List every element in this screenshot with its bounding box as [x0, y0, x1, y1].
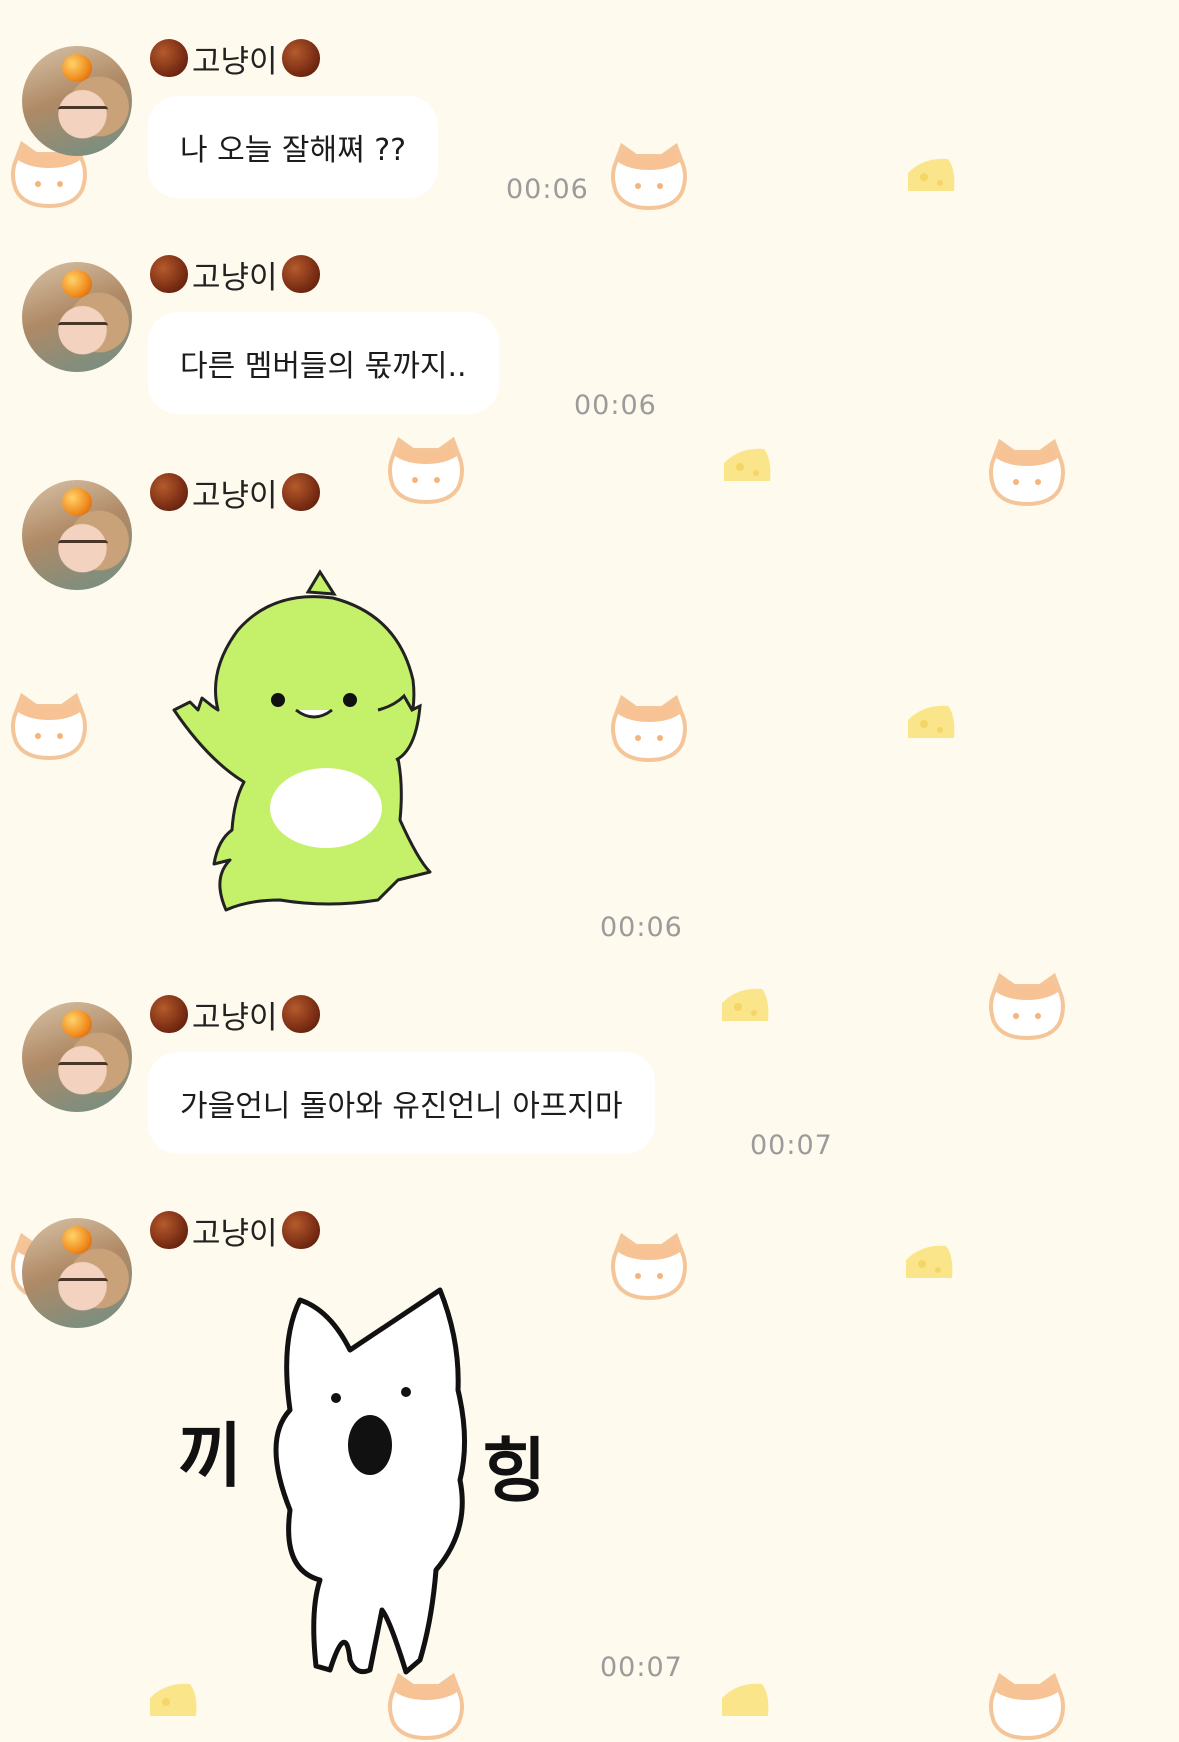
cat-face-decoration — [611, 694, 687, 763]
message-time: 00:07 — [600, 1652, 683, 1683]
chestnut-icon — [150, 1211, 188, 1249]
message-time: 00:06 — [574, 390, 657, 421]
cat-face-decoration — [388, 436, 464, 505]
chestnut-icon — [281, 473, 320, 511]
cheese-decoration — [724, 448, 771, 481]
cat-face-decoration — [611, 1232, 687, 1301]
message-bubble[interactable]: 다른 멤버들의 몫까지.. — [148, 312, 499, 414]
green-dino-sticker[interactable] — [168, 560, 448, 920]
sender-label: 고냥이 — [192, 43, 278, 80]
cheese-decoration — [908, 705, 955, 738]
chestnut-icon — [150, 995, 188, 1033]
chestnut-icon — [281, 1211, 320, 1249]
message-time: 00:07 — [750, 1130, 833, 1161]
cat-face-decoration — [611, 142, 687, 211]
cat-face-decoration — [989, 972, 1065, 1041]
sender-label: 고냥이 — [192, 999, 278, 1036]
profile-avatar[interactable] — [22, 262, 132, 372]
message-bubble[interactable]: 가을언니 돌아와 유진언니 아프지마 — [148, 1052, 655, 1154]
cheese-decoration — [722, 1683, 769, 1716]
profile-avatar[interactable] — [22, 46, 132, 156]
chestnut-icon — [281, 255, 320, 293]
chestnut-icon — [281, 39, 320, 77]
sender-name: 고냥이 — [150, 252, 320, 296]
message-time: 00:06 — [506, 174, 589, 205]
cheese-decoration — [150, 1683, 197, 1716]
cheese-decoration — [906, 1245, 953, 1278]
profile-avatar[interactable] — [22, 1002, 132, 1112]
cat-face-decoration — [989, 1672, 1065, 1741]
cat-face-decoration — [388, 1672, 464, 1741]
sender-label: 고냥이 — [192, 477, 278, 514]
profile-avatar[interactable] — [22, 480, 132, 590]
sender-name: 고냥이 — [150, 36, 320, 80]
cat-face-decoration — [11, 692, 87, 761]
chestnut-icon — [281, 995, 320, 1033]
profile-avatar[interactable] — [22, 1218, 132, 1328]
sender-name: 고냥이 — [150, 992, 320, 1036]
sender-name: 고냥이 — [150, 470, 320, 514]
cheese-decoration — [722, 988, 769, 1021]
message-bubble[interactable]: 나 오늘 잘해쪄 ?? — [148, 96, 439, 198]
message-time: 00:06 — [600, 912, 683, 943]
sender-label: 고냥이 — [192, 259, 278, 296]
cat-face-decoration — [989, 438, 1065, 507]
chestnut-icon — [150, 473, 188, 511]
chestnut-icon — [150, 39, 188, 77]
sticker-text-right: 힝 — [482, 1430, 546, 1512]
sender-name: 고냥이 — [150, 1208, 320, 1252]
white-dog-sticker[interactable]: 끼 힝 — [170, 1280, 570, 1680]
chestnut-icon — [150, 255, 188, 293]
cheese-decoration — [908, 158, 955, 191]
sticker-text-left: 끼 — [178, 1415, 242, 1497]
sender-label: 고냥이 — [192, 1215, 278, 1252]
